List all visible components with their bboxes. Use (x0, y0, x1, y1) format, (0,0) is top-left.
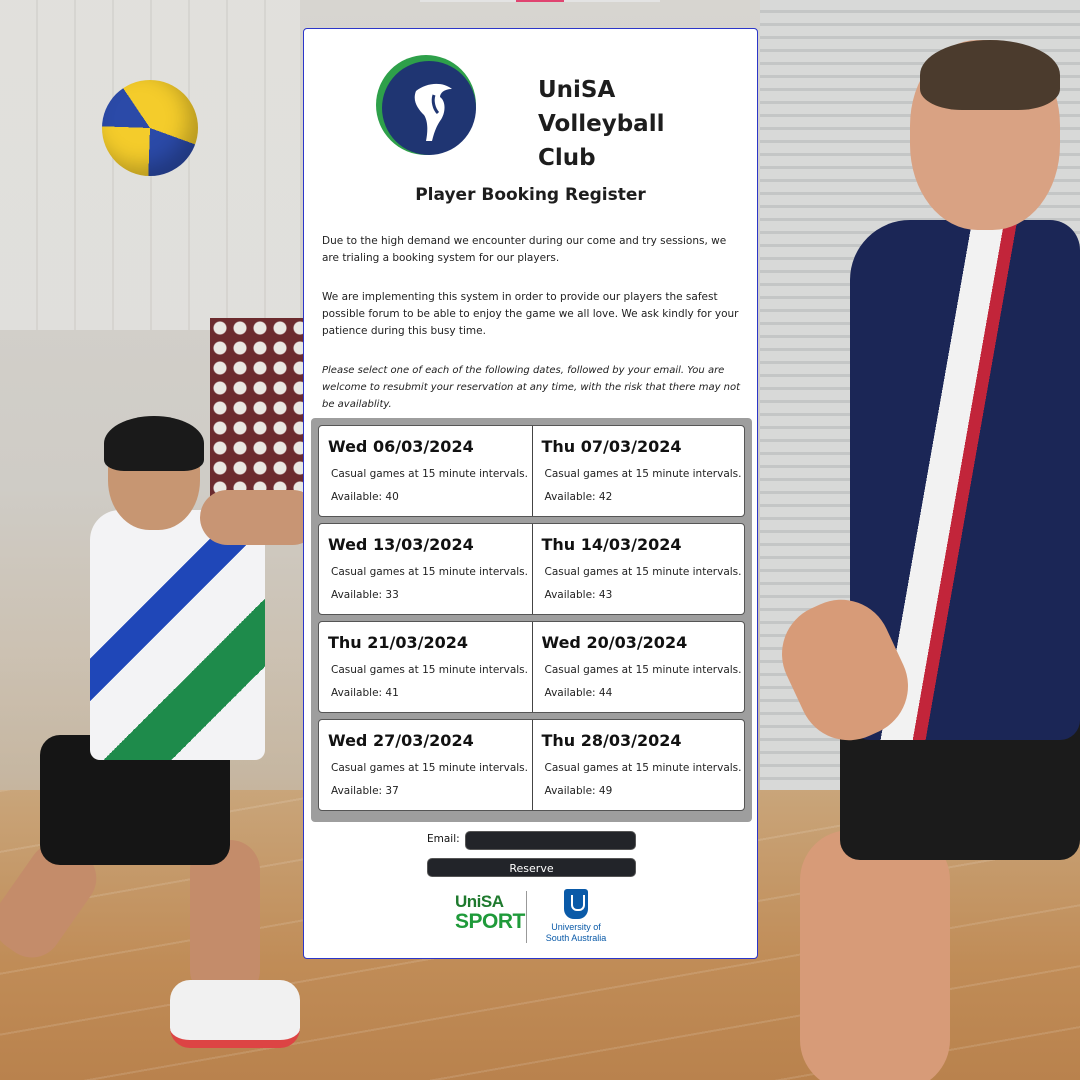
goat-head-icon (414, 83, 452, 141)
university-shield-icon (564, 889, 588, 919)
club-logo (376, 55, 476, 155)
player-left-image (0, 416, 320, 1048)
session-row: Wed 06/03/2024 Casual games at 15 minute… (318, 425, 745, 517)
session-description: Casual games at 15 minute intervals. (331, 468, 528, 480)
session-availability: Available: 40 (331, 491, 399, 503)
session-row: Wed 27/03/2024 Casual games at 15 minute… (318, 719, 745, 811)
session-option[interactable]: Wed 20/03/2024 Casual games at 15 minute… (531, 622, 745, 712)
session-date: Wed 13/03/2024 (328, 535, 474, 554)
session-availability: Available: 41 (331, 687, 399, 699)
intro-paragraph-1: Due to the high demand we encounter duri… (322, 235, 727, 264)
volleyball-image (102, 80, 198, 176)
session-date: Thu 28/03/2024 (541, 731, 682, 750)
session-option[interactable]: Wed 06/03/2024 Casual games at 15 minute… (319, 426, 532, 516)
session-description: Casual games at 15 minute intervals. (544, 566, 742, 578)
session-availability: Available: 37 (331, 785, 399, 797)
email-label: Email: (427, 833, 460, 845)
session-date: Wed 27/03/2024 (328, 731, 474, 750)
session-option[interactable]: Thu 28/03/2024 Casual games at 15 minute… (531, 720, 745, 810)
session-grid: Wed 06/03/2024 Casual games at 15 minute… (311, 418, 752, 822)
session-option[interactable]: Thu 07/03/2024 Casual games at 15 minute… (531, 426, 745, 516)
session-date: Wed 20/03/2024 (541, 633, 688, 652)
session-description: Casual games at 15 minute intervals. (544, 762, 742, 774)
unisa-sport-logo: UniSA SPORT (455, 892, 525, 933)
session-date: Wed 06/03/2024 (328, 437, 474, 456)
university-logo-line1: University of (551, 922, 601, 932)
session-option[interactable]: Wed 27/03/2024 Casual games at 15 minute… (319, 720, 532, 810)
instructions-paragraph: Please select one of each of the followi… (322, 365, 741, 410)
email-field[interactable] (465, 831, 636, 850)
university-logo-line2: South Australia (545, 933, 607, 943)
booking-card: UniSA Volleyball Club Player Booking Reg… (303, 28, 758, 959)
club-title-line1: UniSA Volleyball (538, 77, 665, 137)
session-description: Casual games at 15 minute intervals. (331, 664, 528, 676)
session-description: Casual games at 15 minute intervals. (544, 468, 742, 480)
session-description: Casual games at 15 minute intervals. (331, 762, 528, 774)
session-description: Casual games at 15 minute intervals. (331, 566, 528, 578)
session-row: Wed 13/03/2024 Casual games at 15 minute… (318, 523, 745, 615)
top-progress-bar (420, 0, 660, 2)
page-title: Player Booking Register (415, 185, 646, 205)
session-date: Thu 21/03/2024 (328, 633, 469, 652)
session-availability: Available: 49 (544, 785, 613, 797)
intro-paragraph-2: We are implementing this system in order… (322, 291, 739, 337)
session-date: Thu 14/03/2024 (541, 535, 682, 554)
session-description: Casual games at 15 minute intervals. (544, 664, 742, 676)
session-date: Thu 07/03/2024 (541, 437, 682, 456)
session-row: Thu 21/03/2024 Casual games at 15 minute… (318, 621, 745, 713)
session-availability: Available: 44 (544, 687, 613, 699)
session-availability: Available: 43 (544, 589, 613, 601)
club-title-line2: Club (538, 145, 596, 171)
session-option[interactable]: Wed 13/03/2024 Casual games at 15 minute… (319, 524, 532, 614)
player-right-image (765, 40, 1080, 1080)
reserve-button[interactable]: Reserve (427, 858, 636, 877)
club-title: UniSA Volleyball Club (538, 73, 738, 175)
logo-divider (526, 891, 527, 943)
university-logo: University of South Australia (536, 889, 616, 945)
session-availability: Available: 42 (544, 491, 613, 503)
session-option[interactable]: Thu 21/03/2024 Casual games at 15 minute… (319, 622, 532, 712)
session-option[interactable]: Thu 14/03/2024 Casual games at 15 minute… (531, 524, 745, 614)
session-availability: Available: 33 (331, 589, 399, 601)
